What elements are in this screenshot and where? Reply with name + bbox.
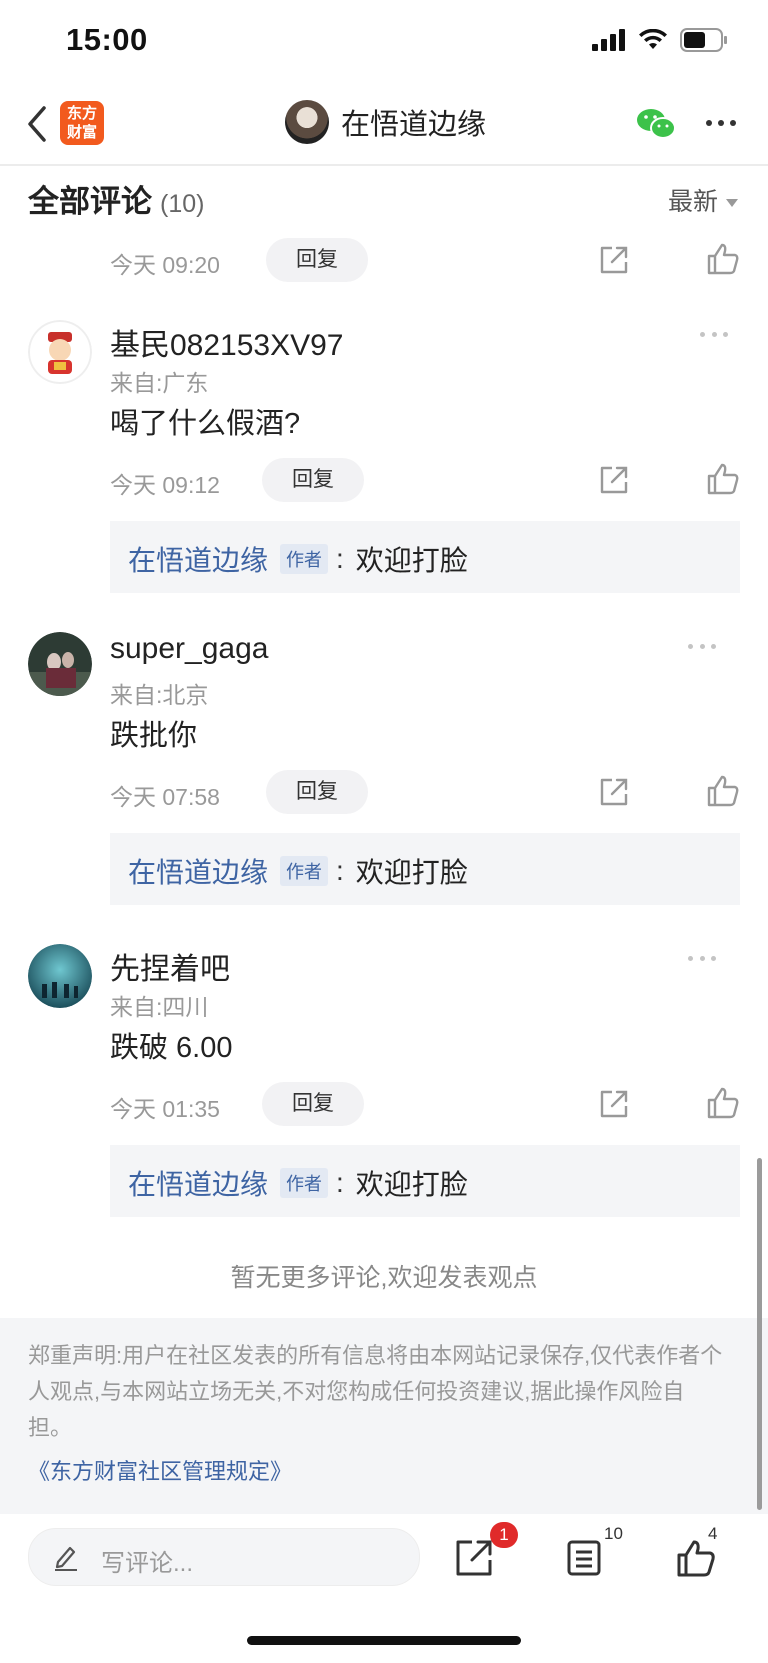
more-icon[interactable] [688,956,716,962]
comment-content: 跌批你 [110,720,198,752]
comment-actions: 今天 09:12 回复 [0,458,768,506]
logo-text-bottom: 财富 [66,124,97,141]
comment-input[interactable]: 写评论... [28,1528,420,1586]
comment-location: 来自:北京 [110,682,209,708]
logo-text-top: 东方 [66,105,97,122]
reply-button[interactable]: 回复 [266,770,368,814]
comment-item: super_gaga 来自:北京 跌批你 [0,632,768,762]
likes-count-badge: 4 [708,1524,718,1543]
more-icon[interactable] [706,120,736,128]
author-reply-text: 欢迎打脸 [355,857,468,888]
sort-label: 最新 [667,188,718,216]
status-bar: 15:00 [0,0,768,84]
author-badge: 作者 [280,856,329,886]
wifi-icon [639,29,667,49]
caishen-avatar-icon [28,320,92,384]
author-reply[interactable]: 在悟道边缘 作者 : 欢迎打脸 [110,521,740,593]
thumbs-up-icon[interactable] [706,242,740,276]
comment-item: 基民082153XV97 来自:广东 喝了什么假酒? [0,320,768,450]
user-avatar[interactable] [28,632,92,696]
comment-item: 先捏着吧 来自:四川 跌破 6.00 [0,944,768,1074]
comments-title-text: 全部评论 [28,184,152,219]
reply-colon: : [336,855,344,886]
author-reply-text: 欢迎打脸 [355,545,468,576]
author-reply[interactable]: 在悟道边缘 作者 : 欢迎打脸 [110,1145,740,1217]
more-icon[interactable] [700,332,728,338]
comment-actions: 今天 01:35 回复 [0,1082,768,1130]
share-icon[interactable] [598,776,630,808]
nav-author[interactable]: 在悟道边缘 [285,100,486,144]
comments-title: 全部评论 (10) [28,176,204,221]
comment-content: 喝了什么假酒? [110,408,301,440]
community-rules-link[interactable]: 《东方财富社区管理规定》 [28,1454,292,1486]
comment-time: 今天 01:35 [110,1096,220,1122]
chevron-left-icon[interactable] [22,102,52,146]
battery-icon [680,28,727,52]
thumbs-up-icon[interactable] [706,1086,740,1120]
no-more-comments: 暂无更多评论,欢迎发表观点 [230,1264,538,1292]
author-badge: 作者 [280,544,329,574]
caret-down-icon [726,199,738,208]
nav-title: 在悟道边缘 [341,109,487,141]
author-reply-name[interactable]: 在悟道边缘 [128,851,268,891]
author-badge: 作者 [280,1168,329,1198]
author-reply-name[interactable]: 在悟道边缘 [128,1163,268,1203]
share-icon[interactable] [598,464,630,496]
disclaimer-section: 郑重声明:用户在社区发表的所有信息将由本网站记录保存,仅代表作者个人观点,与本网… [0,1318,768,1514]
comment-input-placeholder: 写评论... [101,1550,194,1577]
comment-time: 今天 07:58 [110,784,220,810]
scrollbar[interactable] [757,1158,762,1510]
comment-actions: 今天 07:58 回复 [0,770,768,818]
comment-username[interactable]: super_gaga [110,632,268,666]
app-logo[interactable]: 东方 财富 [60,101,104,145]
author-avatar [285,100,329,144]
reply-button[interactable]: 回复 [262,1082,364,1126]
reply-colon: : [336,543,344,574]
comment-time: 今天 09:20 [110,252,220,278]
user-avatar[interactable] [28,320,92,384]
photo-avatar-icon [28,944,92,1008]
comment-username[interactable]: 基民082153XV97 [110,320,344,364]
more-icon[interactable] [688,644,716,650]
pencil-icon [55,1546,77,1571]
comments-count: (10) [160,190,205,218]
share-icon[interactable] [598,244,630,276]
author-reply-name[interactable]: 在悟道边缘 [128,539,268,579]
share-icon[interactable] [598,1088,630,1120]
photo-avatar-icon [28,632,92,696]
author-reply[interactable]: 在悟道边缘 作者 : 欢迎打脸 [110,833,740,905]
share-badge: 1 [490,1522,518,1548]
thumbs-up-icon[interactable] [706,774,740,808]
reply-button[interactable]: 回复 [262,458,364,502]
status-time: 15:00 [66,22,148,57]
comments-header: 全部评论 (10) 最新 [0,166,768,230]
share-icon[interactable] [454,1538,494,1578]
comments-count-badge: 10 [604,1524,623,1543]
comment-list-icon[interactable] [564,1538,604,1578]
comment-location: 来自:四川 [110,994,209,1020]
sort-dropdown[interactable]: 最新 [668,182,738,218]
user-avatar[interactable] [28,944,92,1008]
signal-icon [592,29,625,51]
wechat-icon[interactable] [636,106,676,142]
reply-colon: : [336,1167,344,1198]
status-icons [592,28,728,52]
comment-username[interactable]: 先捏着吧 [110,944,230,988]
comment-time: 今天 09:12 [110,472,220,498]
comment-actions: 今天 09:20 回复 [0,238,768,286]
reply-button[interactable]: 回复 [266,238,368,282]
thumbs-up-icon[interactable] [706,462,740,496]
comment-location: 来自:广东 [110,370,209,396]
disclaimer-text: 郑重声明:用户在社区发表的所有信息将由本网站记录保存,仅代表作者个人观点,与本网… [28,1343,723,1440]
thumbs-up-icon[interactable] [676,1538,716,1578]
home-indicator[interactable] [247,1636,521,1645]
comment-content: 跌破 6.00 [110,1032,233,1064]
author-reply-text: 欢迎打脸 [355,1169,468,1200]
top-nav-bar: 东方 财富 在悟道边缘 [0,84,768,166]
